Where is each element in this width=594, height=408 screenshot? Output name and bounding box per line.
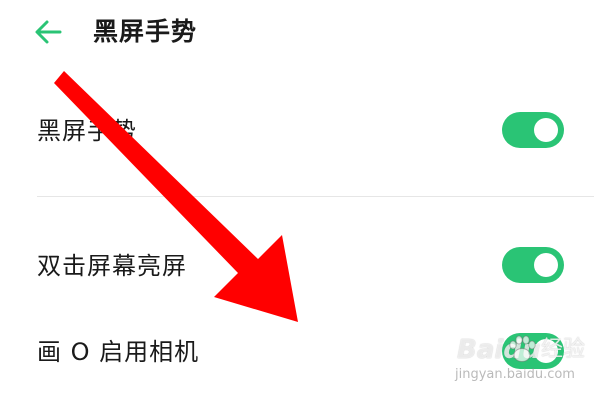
setting-label: 黑屏手势	[37, 117, 137, 145]
double-tap-wake-toggle[interactable]	[502, 247, 564, 283]
page-title: 黑屏手势	[93, 17, 198, 46]
setting-row-double-tap-wake[interactable]: 双击屏幕亮屏	[0, 236, 594, 296]
toggle-knob	[534, 339, 558, 363]
setting-row-black-screen-gestures[interactable]: 黑屏手势	[0, 101, 594, 161]
draw-o-camera-toggle[interactable]	[502, 333, 564, 369]
arrow-left-icon	[35, 20, 62, 44]
setting-label: 画 O 启用相机	[37, 338, 200, 366]
top-bar: 黑屏手势	[0, 0, 594, 66]
toggle-knob	[534, 118, 558, 142]
setting-label: 双击屏幕亮屏	[37, 252, 187, 280]
back-button[interactable]	[28, 14, 68, 50]
settings-screen: 黑屏手势 黑屏手势 双击屏幕亮屏 画 O 启用相机 Baidu 经验 jingy…	[0, 0, 594, 408]
toggle-knob	[534, 253, 558, 277]
setting-row-draw-o-camera[interactable]: 画 O 启用相机	[0, 322, 594, 382]
section-divider	[37, 196, 594, 197]
black-screen-gestures-toggle[interactable]	[502, 112, 564, 148]
